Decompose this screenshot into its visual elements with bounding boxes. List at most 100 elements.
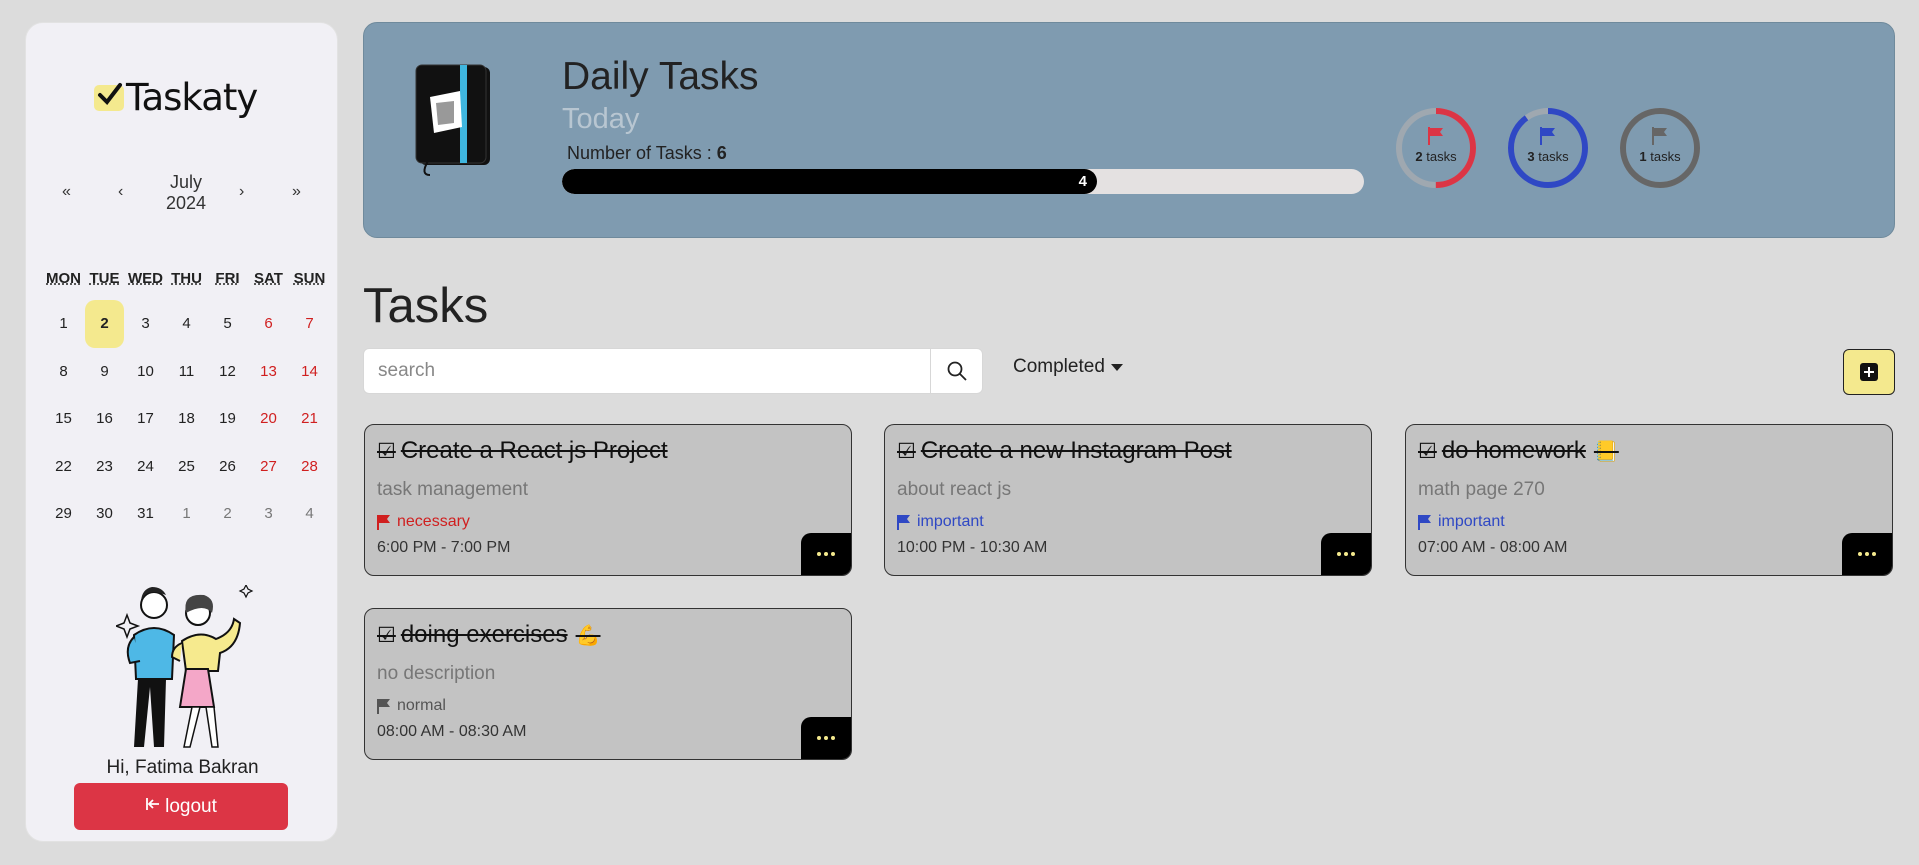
calendar-day[interactable]: 26 bbox=[207, 443, 248, 491]
status-filter-dropdown[interactable]: Completed bbox=[1013, 356, 1123, 378]
banner-subtitle: Today bbox=[562, 103, 640, 135]
task-card[interactable]: ☑ doing exercises 💪 no description normal 08:… bbox=[364, 608, 852, 760]
tasks-heading: Tasks bbox=[363, 279, 489, 333]
calendar-day[interactable]: 6 bbox=[248, 300, 289, 348]
task-title-row: ☑ Create a React js Project bbox=[377, 437, 676, 465]
weekday: WED bbox=[128, 270, 163, 287]
priority-ring: 2 tasks bbox=[1395, 107, 1477, 189]
calendar-day[interactable]: 8 bbox=[43, 348, 84, 396]
weekday: MON bbox=[46, 270, 81, 287]
weekday: FRI bbox=[215, 270, 240, 287]
task-more-button[interactable] bbox=[801, 717, 851, 759]
calendar-day[interactable]: 25 bbox=[166, 443, 207, 491]
next-month-button[interactable]: › bbox=[239, 183, 244, 201]
flag-icon bbox=[1418, 515, 1431, 530]
calendar-day[interactable]: 4 bbox=[166, 300, 207, 348]
task-time: 08:00 AM - 08:30 AM bbox=[377, 723, 527, 740]
calendar-day[interactable]: 17 bbox=[125, 395, 166, 443]
logout-button[interactable]: logout bbox=[74, 783, 288, 830]
calendar-day[interactable]: 31 bbox=[125, 490, 166, 538]
calendar-day[interactable]: 20 bbox=[248, 395, 289, 443]
task-more-button[interactable] bbox=[801, 533, 851, 575]
task-title: Create a new Instagram Post bbox=[920, 437, 1232, 464]
task-priority: important bbox=[897, 513, 984, 531]
calendar-day[interactable]: 18 bbox=[166, 395, 207, 443]
calendar-day[interactable]: 3 bbox=[125, 300, 166, 348]
logo: Taskaty bbox=[94, 76, 258, 119]
calendar-navigation: « ‹ July 2024 › » bbox=[26, 169, 339, 219]
task-more-button[interactable] bbox=[1321, 533, 1371, 575]
task-card[interactable]: ☑ Create a new Instagram Post about react … bbox=[884, 424, 1372, 576]
add-task-button[interactable] bbox=[1843, 349, 1895, 395]
calendar-day[interactable]: 30 bbox=[84, 490, 125, 538]
calendar-day[interactable]: 13 bbox=[248, 348, 289, 396]
more-dots-icon bbox=[1858, 552, 1876, 556]
calendar-day[interactable]: 11 bbox=[166, 348, 207, 396]
calendar-day-other-month[interactable]: 4 bbox=[289, 490, 330, 538]
task-priority-label: necessary bbox=[397, 513, 470, 530]
calendar-day[interactable]: 2 bbox=[85, 300, 124, 348]
calendar-day[interactable]: 15 bbox=[43, 395, 84, 443]
priority-ring-label: 3 tasks bbox=[1507, 149, 1589, 164]
task-description: math page 270 bbox=[1418, 479, 1545, 500]
task-title: Create a React js Project bbox=[400, 437, 668, 464]
calendar-day[interactable]: 16 bbox=[84, 395, 125, 443]
checked-box-icon[interactable]: ☑ bbox=[377, 439, 396, 464]
checked-box-icon[interactable]: ☑ bbox=[897, 439, 916, 464]
logout-label: logout bbox=[165, 795, 217, 817]
calendar-day[interactable]: 21 bbox=[289, 395, 330, 443]
task-priority-label: important bbox=[917, 513, 984, 530]
calendar-day-other-month[interactable]: 3 bbox=[248, 490, 289, 538]
priority-ring-unit: tasks bbox=[1650, 149, 1681, 164]
checked-box-icon[interactable]: ☑ bbox=[377, 623, 396, 648]
progress-fill: 4 bbox=[562, 169, 1097, 194]
calendar-day[interactable]: 5 bbox=[207, 300, 248, 348]
number-of-tasks-value: 6 bbox=[716, 143, 727, 163]
flag-icon bbox=[897, 515, 910, 530]
task-card[interactable]: ☑ Create a React js Project task managemen… bbox=[364, 424, 852, 576]
search-button[interactable] bbox=[930, 349, 982, 393]
prev-month-button[interactable]: ‹ bbox=[118, 183, 123, 201]
calendar-day[interactable]: 7 bbox=[289, 300, 330, 348]
search-input[interactable] bbox=[364, 349, 930, 393]
task-more-button[interactable] bbox=[1842, 533, 1892, 575]
calendar-day[interactable]: 1 bbox=[43, 300, 84, 348]
weekday: TUE bbox=[89, 270, 120, 287]
priority-ring: 1 tasks bbox=[1619, 107, 1701, 189]
calendar-day-other-month[interactable]: 1 bbox=[166, 490, 207, 538]
user-greeting: Hi, Fatima Bakran bbox=[106, 757, 259, 778]
calendar-day[interactable]: 28 bbox=[289, 443, 330, 491]
calendar-day-other-month[interactable]: 2 bbox=[207, 490, 248, 538]
task-card[interactable]: ☑ do homework 📒 math page 270 important 07:00… bbox=[1405, 424, 1893, 576]
task-title-row: ☑ Create a new Instagram Post bbox=[897, 437, 1240, 465]
calendar-day[interactable]: 9 bbox=[84, 348, 125, 396]
priority-ring-count: 1 bbox=[1639, 149, 1647, 164]
prev-year-button[interactable]: « bbox=[62, 183, 71, 201]
calendar-day[interactable]: 24 bbox=[125, 443, 166, 491]
task-title: doing exercises bbox=[400, 621, 568, 648]
more-dots-icon bbox=[1337, 552, 1355, 556]
checked-box-icon[interactable]: ☑ bbox=[1418, 439, 1437, 464]
caret-down-icon bbox=[1110, 363, 1123, 371]
priority-rings: 2 tasks 3 tasks 1 tasks bbox=[1395, 107, 1701, 189]
calendar-day[interactable]: 23 bbox=[84, 443, 125, 491]
number-of-tasks-label: Number of Tasks : bbox=[567, 143, 712, 163]
calendar-day[interactable]: 29 bbox=[43, 490, 84, 538]
next-year-button[interactable]: » bbox=[292, 183, 301, 201]
priority-ring-label: 2 tasks bbox=[1395, 149, 1477, 164]
task-emoji: 💪 bbox=[575, 624, 601, 647]
priority-ring-label: 1 tasks bbox=[1619, 149, 1701, 164]
task-title-row: ☑ doing exercises 💪 bbox=[377, 621, 601, 649]
calendar-day[interactable]: 27 bbox=[248, 443, 289, 491]
priority-ring-count: 2 bbox=[1415, 149, 1423, 164]
task-description: task management bbox=[377, 479, 529, 500]
calendar-month-label[interactable]: July 2024 bbox=[146, 172, 226, 214]
calendar-day[interactable]: 22 bbox=[43, 443, 84, 491]
daily-tasks-banner: Daily Tasks Today Number of Tasks : 6 4 … bbox=[363, 22, 1895, 238]
calendar-day[interactable]: 14 bbox=[289, 348, 330, 396]
calendar-day[interactable]: 12 bbox=[207, 348, 248, 396]
calendar-weekdays: MON TUE WED THU FRI SAT SUN bbox=[43, 270, 330, 287]
calendar-day[interactable]: 10 bbox=[125, 348, 166, 396]
task-emoji: 📒 bbox=[1593, 440, 1619, 463]
calendar-day[interactable]: 19 bbox=[207, 395, 248, 443]
